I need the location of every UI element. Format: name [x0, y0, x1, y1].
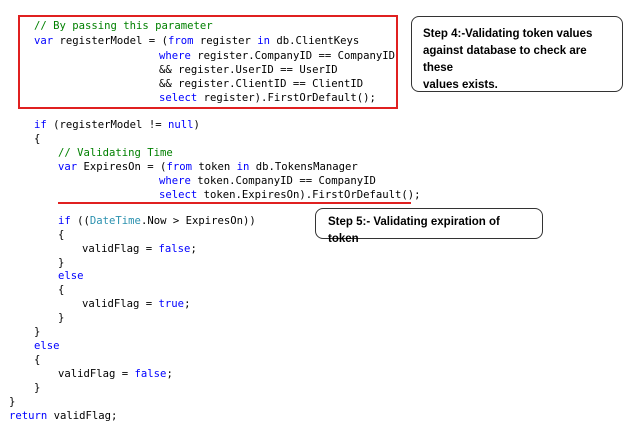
code-line-valid-flag-false: validFlag = false; — [82, 243, 197, 255]
code-line-close-brace: } — [58, 257, 65, 269]
code-line-expires-on: var ExpiresOn = (from token in db.Tokens… — [58, 161, 358, 173]
code-line-close-brace: } — [34, 326, 41, 338]
code-line-close-brace: } — [58, 312, 65, 324]
code-line-open-brace: { — [58, 229, 65, 241]
code-line-else: else — [58, 270, 84, 282]
highlight-box-register-query — [18, 15, 398, 109]
callout-step5-text: Step 5:- Validating expiration of token — [328, 216, 500, 245]
code-line-open-brace: { — [58, 284, 65, 296]
code-line-if-register-model: if (registerModel != null) — [34, 119, 200, 131]
code-line-else: else — [34, 340, 60, 352]
code-line-valid-flag-true: validFlag = true; — [82, 298, 191, 310]
code-line-select-token: select token.ExpiresOn).FirstOrDefault()… — [159, 189, 421, 201]
code-line-open-brace: { — [34, 354, 41, 366]
code-line-return: return validFlag; — [9, 410, 118, 422]
code-line-if-datetime: if ((DateTime.Now > ExpiresOn)) — [58, 215, 256, 227]
code-line-close-brace: } — [9, 396, 16, 408]
code-line-where-token-company: where token.CompanyID == CompanyID — [159, 175, 376, 187]
callout-step4-line3: values exists. — [423, 79, 498, 91]
callout-step4-line1: Step 4:-Validating token values — [423, 28, 593, 40]
code-line-valid-flag-false: validFlag = false; — [58, 368, 173, 380]
callout-step5: Step 5:- Validating expiration of token — [315, 208, 543, 245]
highlight-underline-token-query — [58, 202, 411, 204]
callout-step4-line2: against database to check are these — [423, 45, 587, 74]
code-line-comment-validating-time: // Validating Time — [58, 147, 173, 159]
code-line-open-brace: { — [34, 133, 41, 145]
code-line-close-brace: } — [34, 382, 41, 394]
callout-step4: Step 4:-Validating token values against … — [411, 16, 623, 92]
